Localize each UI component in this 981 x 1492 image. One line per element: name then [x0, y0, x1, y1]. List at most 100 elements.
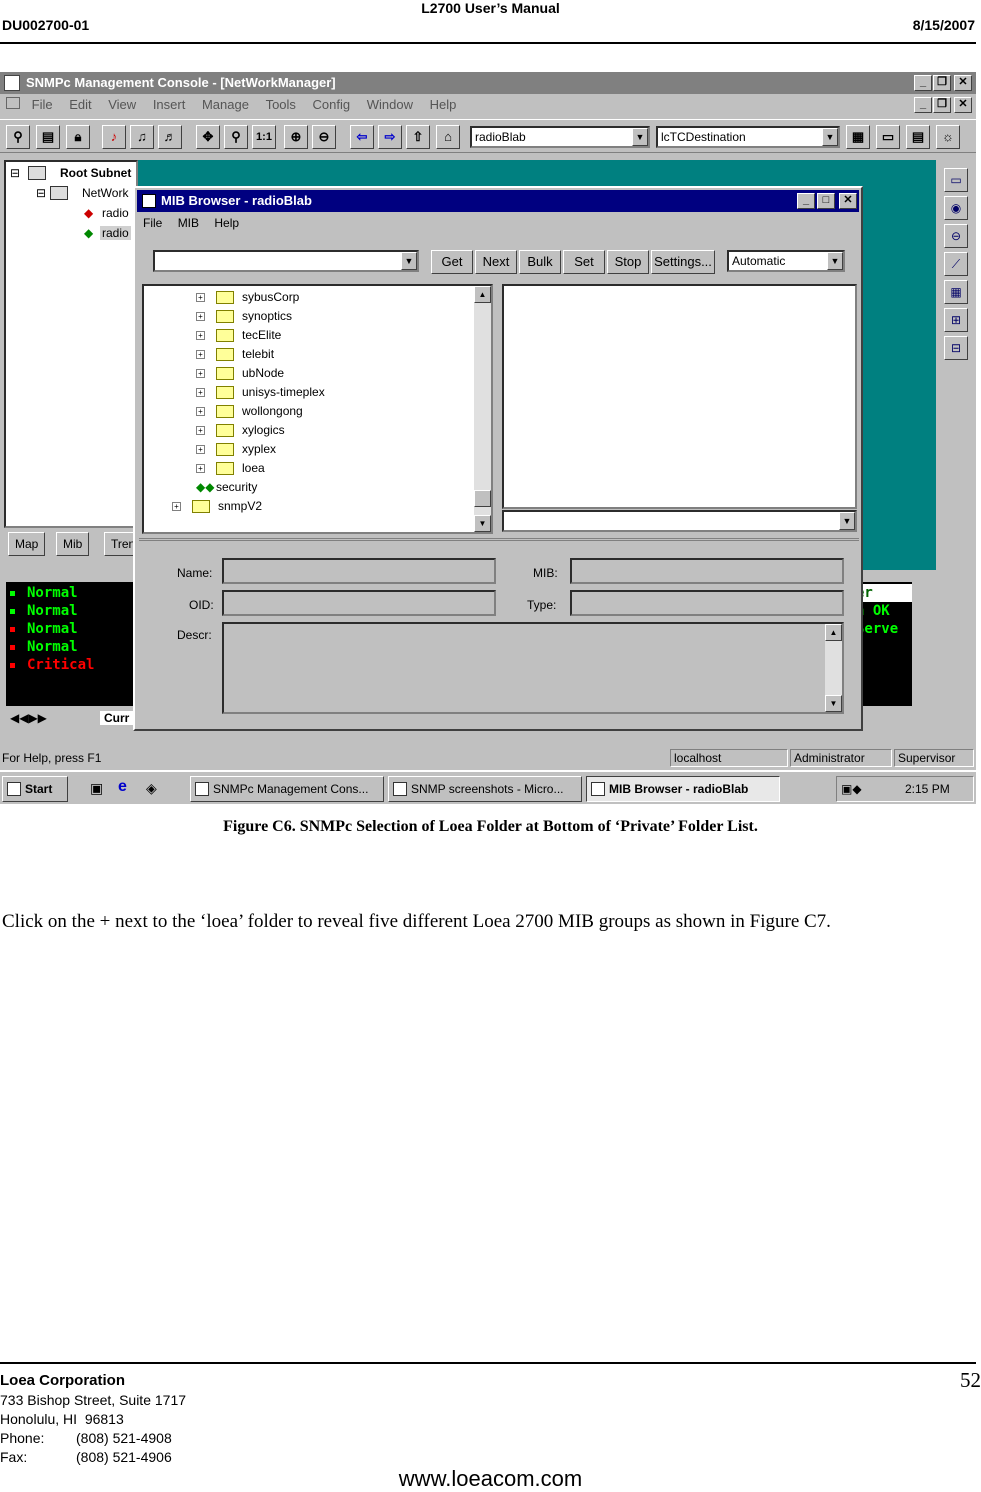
- collapse-icon[interactable]: ⊟: [36, 186, 46, 200]
- back-arrow-icon[interactable]: ⇦: [350, 125, 374, 149]
- event-row[interactable]: Critical: [10, 656, 94, 674]
- ie-icon[interactable]: e: [118, 778, 127, 796]
- splitter[interactable]: [139, 538, 859, 541]
- expand-icon[interactable]: +: [196, 312, 205, 321]
- minimize-icon[interactable]: _: [914, 75, 932, 91]
- event-row[interactable]: Normal: [10, 602, 78, 620]
- tree-item[interactable]: radio: [100, 226, 131, 240]
- event-row[interactable]: Normal: [10, 620, 78, 638]
- sun-icon[interactable]: ☼: [936, 125, 960, 149]
- expand-icon[interactable]: +: [196, 388, 205, 397]
- minimize-icon[interactable]: _: [797, 193, 815, 209]
- expand-icon[interactable]: +: [196, 350, 205, 359]
- report-icon[interactable]: ▤: [906, 125, 930, 149]
- zoom-out-icon[interactable]: ⊖: [312, 125, 336, 149]
- tab-scroll-arrows-icon[interactable]: ◀◀▶▶: [10, 711, 47, 725]
- bell-off-icon[interactable]: ♫: [130, 125, 154, 149]
- stop-button[interactable]: Stop: [607, 250, 649, 274]
- scroll-down-icon[interactable]: ▼: [825, 695, 842, 712]
- maximize-icon[interactable]: □: [817, 193, 835, 209]
- menu-config[interactable]: Config: [313, 95, 351, 115]
- desktop-icon[interactable]: ▣: [90, 780, 103, 797]
- device-combo[interactable]: radioBlab ▼: [470, 126, 650, 148]
- chevron-down-icon[interactable]: ▼: [401, 252, 417, 270]
- pan-icon[interactable]: ✥: [196, 125, 220, 149]
- hierarchy-icon[interactable]: ⊟: [944, 336, 968, 360]
- child-close-icon[interactable]: ✕: [954, 97, 972, 113]
- child-minimize-icon[interactable]: _: [914, 97, 932, 113]
- tree-scrollbar[interactable]: ▲ ▼: [474, 286, 491, 532]
- scroll-up-icon[interactable]: ▲: [474, 286, 491, 303]
- scroll-thumb[interactable]: [474, 490, 491, 507]
- event-row[interactable]: Normal: [10, 638, 78, 656]
- task-mib-browser[interactable]: MIB Browser - radioBlab: [586, 776, 780, 802]
- channels-icon[interactable]: ◈: [146, 780, 157, 797]
- link-icon[interactable]: ⟋: [944, 252, 968, 276]
- next-button[interactable]: Next: [475, 250, 517, 274]
- type-field[interactable]: [570, 590, 844, 616]
- expand-icon[interactable]: +: [196, 445, 205, 454]
- binoculars-icon[interactable]: ⚲: [6, 125, 30, 149]
- oid-field[interactable]: [222, 590, 496, 616]
- lock-icon[interactable]: 🔒︎: [66, 125, 90, 149]
- destination-combo[interactable]: lcTCDestination ▼: [656, 126, 840, 148]
- tray-network-icon[interactable]: ▣◆: [841, 777, 862, 801]
- table-icon[interactable]: ▦: [846, 125, 870, 149]
- close-icon[interactable]: ✕: [839, 193, 857, 209]
- menu-tools[interactable]: Tools: [266, 95, 296, 115]
- descr-field[interactable]: ▲ ▼: [222, 622, 844, 714]
- tab-current[interactable]: Curr: [100, 711, 134, 725]
- tree-root[interactable]: Root Subnet: [60, 166, 131, 180]
- descr-scrollbar[interactable]: ▲ ▼: [825, 624, 842, 712]
- get-button[interactable]: Get: [431, 250, 473, 274]
- start-button[interactable]: Start: [2, 776, 68, 802]
- tab-mib[interactable]: Mib: [56, 532, 90, 556]
- mib-menu-help[interactable]: Help: [214, 216, 239, 230]
- chevron-down-icon[interactable]: ▼: [839, 512, 855, 530]
- scroll-down-icon[interactable]: ▼: [474, 515, 491, 532]
- child-restore-icon[interactable]: ❐: [933, 97, 951, 113]
- menu-window[interactable]: Window: [367, 95, 413, 115]
- chevron-down-icon[interactable]: ▼: [827, 252, 843, 270]
- restore-icon[interactable]: ❐: [933, 75, 951, 91]
- expand-icon[interactable]: +: [196, 407, 205, 416]
- layout-icon[interactable]: ⊞: [944, 308, 968, 332]
- collapse-icon[interactable]: ⊟: [10, 166, 20, 180]
- expand-icon[interactable]: +: [196, 331, 205, 340]
- task-word[interactable]: SNMP screenshots - Micro...: [388, 776, 582, 802]
- menu-help[interactable]: Help: [430, 95, 457, 115]
- expand-icon[interactable]: +: [196, 369, 205, 378]
- close-icon[interactable]: ✕: [954, 75, 972, 91]
- mib-field[interactable]: [570, 558, 844, 584]
- mib-menu-file[interactable]: File: [143, 216, 162, 230]
- event-row[interactable]: Normal: [10, 584, 78, 602]
- graph-icon[interactable]: ▭: [876, 125, 900, 149]
- zoom-in-icon[interactable]: ⊕: [284, 125, 308, 149]
- set-button[interactable]: Set: [563, 250, 605, 274]
- expand-icon[interactable]: +: [172, 502, 181, 511]
- mode-select[interactable]: Automatic ▼: [727, 250, 845, 272]
- expand-icon[interactable]: +: [196, 464, 205, 473]
- zoom-icon[interactable]: ⚲: [224, 125, 248, 149]
- bulk-button[interactable]: Bulk: [519, 250, 561, 274]
- settings-button[interactable]: Settings...: [651, 250, 715, 274]
- menu-edit[interactable]: Edit: [69, 95, 91, 115]
- event-scrollbar[interactable]: [912, 582, 930, 706]
- menu-view[interactable]: View: [108, 95, 136, 115]
- tab-map[interactable]: Map: [8, 532, 46, 556]
- expand-icon[interactable]: +: [196, 426, 205, 435]
- name-field[interactable]: [222, 558, 496, 584]
- menu-manage[interactable]: Manage: [202, 95, 249, 115]
- result-combo[interactable]: ▼: [502, 510, 857, 532]
- expand-icon[interactable]: +: [196, 293, 205, 302]
- device-icon[interactable]: ▭: [944, 168, 968, 192]
- chevron-down-icon[interactable]: ▼: [632, 128, 648, 146]
- goto-icon[interactable]: ⊖: [944, 224, 968, 248]
- tree-network[interactable]: NetWork: [82, 186, 128, 200]
- mib-menu-mib[interactable]: MIB: [178, 216, 199, 230]
- footer-website[interactable]: www.loeacom.com: [0, 1466, 981, 1492]
- scroll-up-icon[interactable]: ▲: [825, 624, 842, 641]
- bell-icon[interactable]: ♪: [102, 125, 126, 149]
- subnet-icon[interactable]: ▦: [944, 280, 968, 304]
- folder-icon[interactable]: ▤: [36, 125, 60, 149]
